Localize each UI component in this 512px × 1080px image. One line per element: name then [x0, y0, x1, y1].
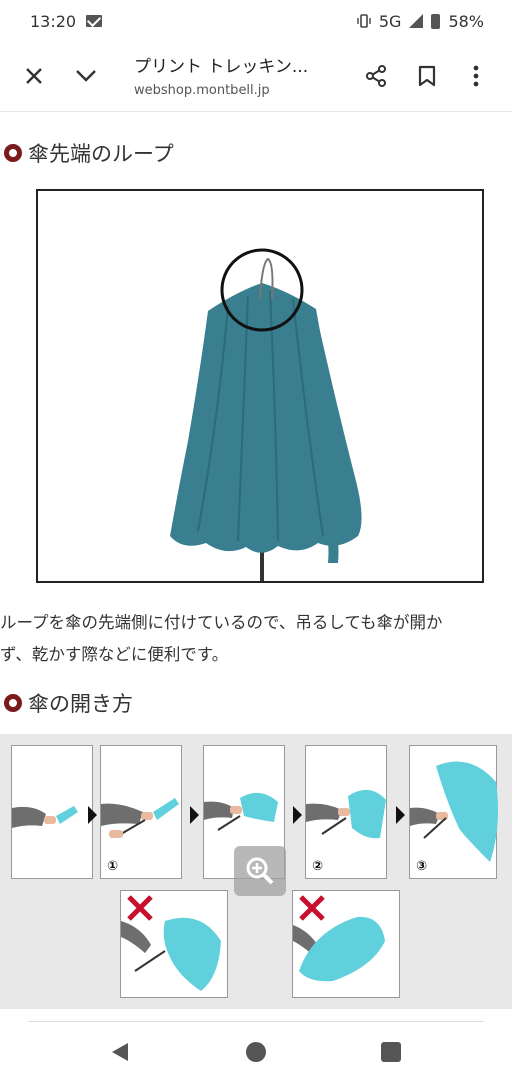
wrong-example-image: [120, 890, 228, 998]
back-icon[interactable]: [108, 1040, 132, 1064]
arrow-right-icon: [88, 806, 97, 824]
more-vert-icon: [473, 65, 479, 87]
section-heading-text: 傘先端のループ: [28, 142, 174, 166]
bullet-icon: [4, 694, 22, 712]
home-button[interactable]: [246, 1042, 266, 1062]
step-number: ③: [416, 859, 428, 874]
divider: [28, 1021, 484, 1022]
status-left: 13:20: [30, 11, 103, 31]
zoom-image-button[interactable]: [234, 846, 286, 896]
arrow-right-icon: [190, 806, 199, 824]
arrow-right-icon: [293, 806, 302, 824]
arrow-right-icon: [396, 806, 405, 824]
loop-description: ループを傘の先端側に付けているので、吊るしても傘が開か ず、乾かす際などに便利で…: [0, 607, 512, 671]
bullet-icon: [4, 144, 22, 162]
wrong-example-illustration: [121, 895, 221, 991]
step-image: ③: [409, 745, 498, 879]
page-title-area[interactable]: プリント トレッキン... webshop.montbell.jp: [134, 52, 344, 98]
network-type: 5G: [378, 11, 402, 31]
page-title: プリント トレッキン...: [134, 57, 309, 77]
clock: 13:20: [30, 11, 77, 31]
section-heading-opening: 傘の開き方: [0, 688, 133, 718]
page-url: webshop.montbell.jp: [134, 83, 270, 98]
chevron-down-icon: [76, 70, 96, 82]
section-heading-loop: 傘先端のループ: [0, 138, 174, 168]
vibrate-icon: [357, 14, 371, 28]
more-menu-button[interactable]: [456, 56, 496, 96]
step-number: ①: [107, 859, 119, 874]
umbrella-loop-photo: [36, 189, 484, 583]
wrong-example-illustration: [293, 895, 385, 982]
description-line-1: ループを傘の先端側に付けているので、吊るしても傘が開か: [0, 613, 443, 632]
share-icon: [366, 65, 386, 87]
description-line-2: ず、乾かす際などに便利です。: [0, 645, 229, 664]
signal-icon: [409, 14, 424, 28]
step-image: [11, 745, 93, 879]
status-bar: 13:20 5G 58%: [0, 0, 512, 42]
bookmark-button[interactable]: [407, 56, 447, 96]
wrong-example-image: [292, 890, 400, 998]
battery-level: 58%: [448, 11, 484, 31]
browser-toolbar: プリント トレッキン... webshop.montbell.jp: [0, 42, 512, 112]
close-icon: [26, 68, 42, 84]
close-button[interactable]: [14, 56, 54, 96]
share-button[interactable]: [356, 56, 396, 96]
bookmark-icon: [418, 65, 436, 87]
system-nav-bar: [0, 1024, 512, 1080]
step-illustration: [12, 806, 78, 828]
step-image: ①: [100, 745, 182, 879]
section-heading-text: 傘の開き方: [28, 692, 133, 716]
hanging-umbrella-illustration: [170, 248, 362, 581]
status-right: 5G 58%: [357, 12, 484, 31]
zoom-in-icon: [246, 857, 274, 885]
minimize-button[interactable]: [66, 56, 106, 96]
step-image: ②: [305, 745, 387, 879]
battery-icon: [431, 13, 441, 29]
mail-icon: [86, 15, 103, 27]
recent-apps-button[interactable]: [381, 1042, 401, 1062]
step-number: ②: [312, 859, 324, 874]
